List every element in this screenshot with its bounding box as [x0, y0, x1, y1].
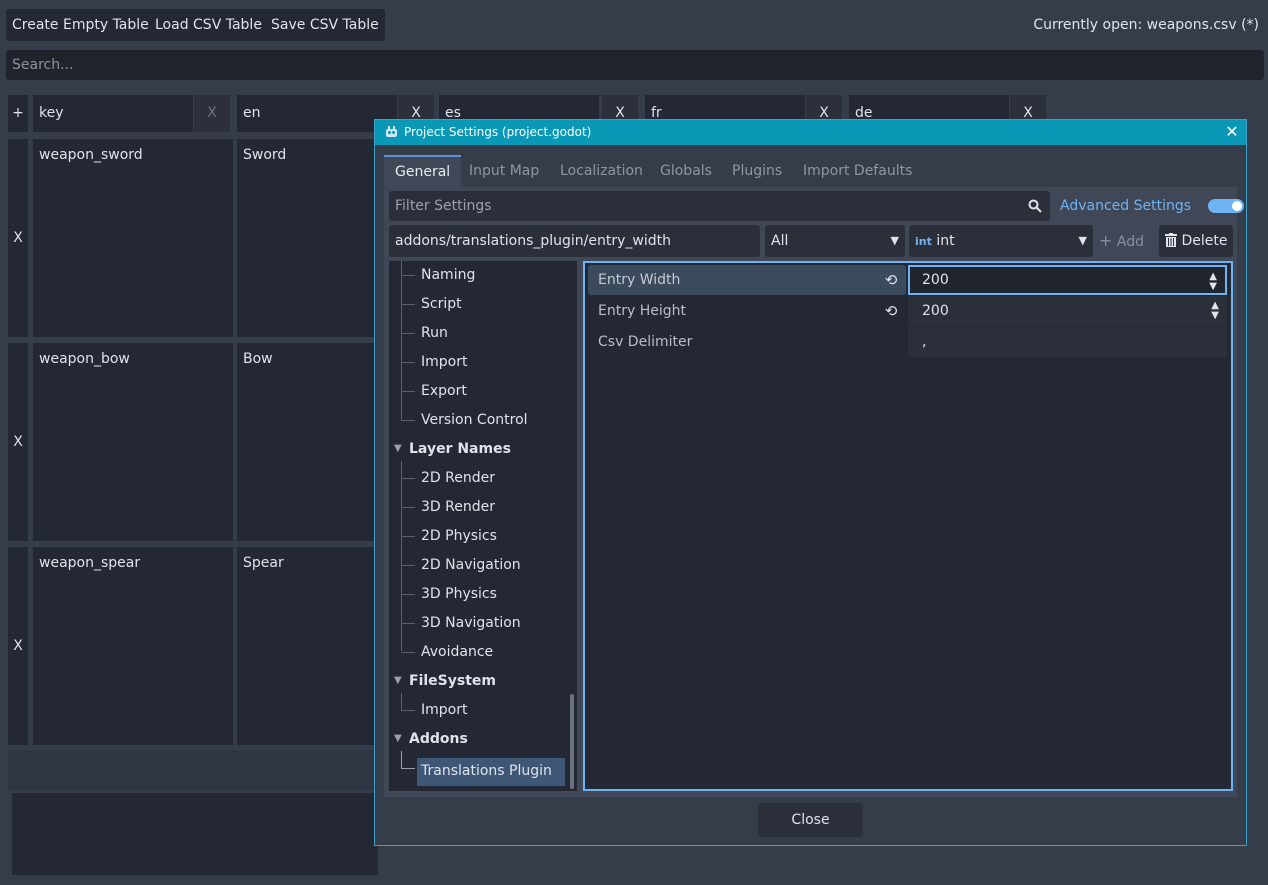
- tab-globals[interactable]: Globals: [649, 155, 723, 187]
- add-column-button[interactable]: +: [8, 95, 28, 132]
- tree-item-script[interactable]: Script: [421, 292, 462, 316]
- tree-item-3d-physics[interactable]: 3D Physics: [421, 582, 497, 606]
- advanced-settings-toggle[interactable]: [1208, 199, 1244, 213]
- add-setting-button[interactable]: + Add: [1099, 225, 1144, 257]
- tree-section-addons[interactable]: Addons: [409, 727, 468, 751]
- tree-item-2d-render[interactable]: 2D Render: [421, 466, 495, 490]
- tree-item-version-control[interactable]: Version Control: [421, 408, 528, 432]
- remove-row-button[interactable]: X: [8, 547, 28, 745]
- csv-delimiter-input[interactable]: ,: [908, 327, 1227, 357]
- settings-tree: Naming Script Run Import Export Version …: [389, 261, 577, 791]
- table-scroll-area: [8, 750, 378, 790]
- spin-arrows-icon[interactable]: ▲ ▼: [1209, 272, 1217, 292]
- entry-width-value: 200: [922, 272, 949, 288]
- tab-localization[interactable]: Localization: [549, 155, 654, 187]
- tree-item-export[interactable]: Export: [421, 379, 467, 403]
- revert-icon[interactable]: ⟲: [882, 265, 900, 295]
- tree-item-2d-physics[interactable]: 2D Physics: [421, 524, 497, 548]
- tree-section-filesystem[interactable]: FileSystem: [409, 669, 496, 693]
- entry-height-value: 200: [922, 303, 949, 319]
- search-icon: [1028, 199, 1042, 213]
- load-csv-table-button[interactable]: Load CSV Table: [149, 9, 268, 41]
- remove-column-button[interactable]: X: [194, 95, 230, 132]
- type-select[interactable]: int int ▼: [909, 225, 1093, 257]
- tree-item-naming[interactable]: Naming: [421, 263, 475, 287]
- table-cell-key[interactable]: weapon_sword: [33, 139, 233, 337]
- bottom-panel: [12, 793, 378, 875]
- tree-section-layer-names[interactable]: Layer Names: [409, 437, 511, 461]
- save-csv-table-button[interactable]: Save CSV Table: [265, 9, 385, 41]
- table-cell-key[interactable]: weapon_spear: [33, 547, 233, 745]
- dialog-title: Project Settings (project.godot): [404, 125, 592, 139]
- property-label-entry-width[interactable]: Entry Width: [588, 265, 906, 295]
- general-panel: Filter Settings Advanced Settings addons…: [384, 187, 1244, 797]
- column-header-key[interactable]: key: [33, 95, 193, 132]
- delete-label: Delete: [1181, 233, 1228, 249]
- tree-item-import[interactable]: Import: [421, 350, 467, 374]
- plus-icon: +: [1099, 231, 1113, 250]
- remove-row-button[interactable]: X: [8, 343, 28, 541]
- close-icon[interactable]: ✕: [1224, 123, 1240, 141]
- dialog-title-bar[interactable]: Project Settings (project.godot) ✕: [375, 120, 1246, 145]
- chevron-down-icon[interactable]: ▼: [394, 443, 402, 454]
- revert-icon[interactable]: ⟲: [882, 296, 900, 326]
- tree-scrollbar-thumb[interactable]: [570, 694, 574, 789]
- filter-settings-input[interactable]: Filter Settings: [389, 191, 1050, 221]
- remove-row-button[interactable]: X: [8, 139, 28, 337]
- type-select-value: int: [936, 233, 955, 249]
- project-settings-dialog: Project Settings (project.godot) ✕ Gener…: [374, 119, 1247, 846]
- category-select-value: All: [771, 233, 789, 249]
- delete-setting-button[interactable]: Delete: [1159, 225, 1233, 257]
- currently-open-label: Currently open: weapons.csv (*): [1033, 17, 1259, 33]
- close-button[interactable]: Close: [758, 803, 863, 837]
- table-cell-key[interactable]: weapon_bow: [33, 343, 233, 541]
- chevron-down-icon[interactable]: ▼: [394, 733, 402, 744]
- godot-icon: [386, 126, 397, 137]
- entry-width-spinbox[interactable]: 200 ▲ ▼: [908, 265, 1227, 295]
- tree-item-translations-plugin[interactable]: Translations Plugin: [421, 759, 552, 783]
- tree-item-2d-navigation[interactable]: 2D Navigation: [421, 553, 521, 577]
- filter-placeholder: Filter Settings: [395, 198, 492, 214]
- create-empty-table-button[interactable]: Create Empty Table: [6, 9, 155, 41]
- column-header-en[interactable]: en: [237, 95, 397, 132]
- category-select[interactable]: All ▼: [765, 225, 905, 257]
- chevron-down-icon[interactable]: ▼: [394, 675, 402, 686]
- property-label-entry-height[interactable]: Entry Height: [588, 296, 906, 326]
- int-type-icon: int: [915, 235, 932, 248]
- search-input[interactable]: Search...: [6, 50, 1264, 80]
- tree-item-3d-render[interactable]: 3D Render: [421, 495, 495, 519]
- chevron-down-icon: ▼: [890, 234, 899, 247]
- tab-plugins[interactable]: Plugins: [721, 155, 793, 187]
- chevron-down-icon: ▼: [1078, 234, 1087, 247]
- property-label-csv-delimiter[interactable]: Csv Delimiter: [588, 327, 906, 357]
- tree-item-run[interactable]: Run: [421, 321, 448, 345]
- property-inspector: Entry Width ⟲ 200 ▲ ▼ Entry Height ⟲ 200 …: [583, 261, 1233, 791]
- tree-item-avoidance[interactable]: Avoidance: [421, 640, 493, 664]
- tab-general[interactable]: General: [384, 155, 462, 187]
- tab-import-defaults[interactable]: Import Defaults: [792, 155, 923, 187]
- tree-item-3d-navigation[interactable]: 3D Navigation: [421, 611, 521, 635]
- trash-icon: [1165, 233, 1177, 247]
- spin-arrows-icon[interactable]: ▲ ▼: [1211, 301, 1219, 321]
- tree-item-fs-import[interactable]: Import: [421, 698, 467, 722]
- add-label: Add: [1116, 234, 1144, 250]
- entry-height-spinbox[interactable]: 200 ▲ ▼: [908, 296, 1227, 326]
- advanced-settings-label[interactable]: Advanced Settings: [1060, 191, 1191, 221]
- tab-input-map[interactable]: Input Map: [458, 155, 550, 187]
- property-path-input[interactable]: addons/translations_plugin/entry_width: [389, 225, 760, 257]
